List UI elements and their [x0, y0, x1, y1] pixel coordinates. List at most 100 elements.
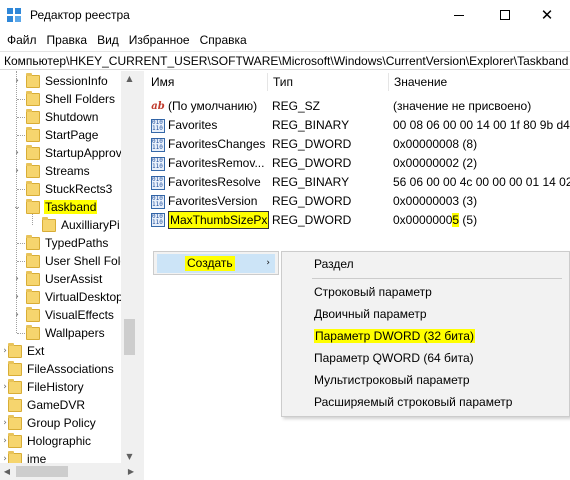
tree-item[interactable]: Shutdown	[26, 108, 99, 126]
tree-item[interactable]: TypedPaths	[26, 234, 109, 252]
tree-item[interactable]: FileAssociations	[8, 360, 115, 378]
submenu-item-expandable-string-value[interactable]: Расширяемый строковый параметр	[285, 392, 568, 412]
value-name: FavoritesVersion	[168, 194, 258, 208]
tree-item[interactable]: Taskband	[26, 198, 98, 216]
tree-vertical-scrollbar[interactable]: ▲ ▼	[121, 71, 138, 463]
tree-guide-line	[17, 99, 25, 100]
scroll-down-arrow-icon[interactable]: ▼	[121, 449, 138, 463]
column-header-type[interactable]: Тип	[267, 71, 293, 93]
value-row[interactable]: Favorites REG_BINARY 00 08 06 00 00 14 0…	[145, 116, 570, 135]
tree-item-label: UserAssist	[45, 272, 103, 286]
menu-file[interactable]: Файл	[2, 30, 42, 50]
folder-icon	[8, 414, 22, 430]
scroll-up-arrow-icon[interactable]: ▲	[121, 71, 138, 85]
menu-edit[interactable]: Правка	[42, 30, 93, 50]
scroll-right-arrow-icon[interactable]: ▶	[124, 463, 138, 480]
value-data: 0x00000008 (8)	[393, 137, 478, 151]
tree-item[interactable]: GameDVR	[8, 396, 86, 414]
tree-item-label: VirtualDesktop	[45, 290, 123, 304]
tree-item-label: FileAssociations	[27, 362, 114, 376]
tree-item[interactable]: SessionInfo	[26, 72, 109, 90]
maximize-button[interactable]	[482, 0, 528, 30]
folder-icon	[26, 234, 40, 250]
folder-icon	[26, 108, 40, 124]
close-button[interactable]: ✕	[524, 0, 570, 30]
menu-favorites[interactable]: Избранное	[124, 30, 195, 50]
binary-value-icon	[151, 213, 165, 227]
tree-item[interactable]: Streams	[26, 162, 91, 180]
regedit-app-icon	[7, 8, 21, 22]
collapsed-chevron-icon[interactable]: ›	[12, 270, 22, 288]
collapsed-chevron-icon[interactable]: ›	[12, 72, 22, 90]
close-icon: ✕	[540, 5, 554, 24]
value-row[interactable]: FavoritesVersion REG_DWORD 0x00000003 (3…	[145, 192, 570, 211]
tree-horizontal-scroll-thumb[interactable]	[16, 466, 68, 477]
expanded-chevron-icon[interactable]: ⌄	[12, 198, 22, 216]
value-row[interactable]: FavoritesResolve REG_BINARY 56 06 00 00 …	[145, 173, 570, 192]
tree-item-label: Streams	[45, 164, 90, 178]
folder-icon	[26, 306, 40, 322]
folder-icon	[26, 144, 40, 160]
column-header-data[interactable]: Значение	[388, 71, 447, 93]
scroll-left-arrow-icon[interactable]: ◀	[0, 463, 14, 480]
tree-item[interactable]: Holographic	[8, 432, 92, 450]
context-menu: Создать ›	[153, 251, 279, 275]
tree-item[interactable]: StartupApprov	[26, 144, 123, 162]
collapsed-chevron-icon[interactable]: ›	[0, 378, 10, 396]
tree-item-label: Shutdown	[45, 110, 99, 124]
tree-item[interactable]: VisualEffects	[26, 306, 115, 324]
tree-item[interactable]: VirtualDesktop	[26, 288, 124, 306]
column-header-name[interactable]: Имя	[145, 71, 174, 93]
value-type: REG_DWORD	[272, 137, 352, 151]
tree-item[interactable]: Group Policy	[8, 414, 97, 432]
tree-item[interactable]: FileHistory	[8, 378, 85, 396]
value-row[interactable]: FavoritesChanges REG_DWORD 0x00000008 (8…	[145, 135, 570, 154]
value-name-edit-field[interactable]: MaxThumbSizePx	[168, 211, 270, 229]
tree-vertical-scroll-thumb[interactable]	[124, 319, 135, 355]
submenu-item-dword-value[interactable]: Параметр DWORD (32 бита)	[285, 326, 568, 346]
value-data: 56 06 00 00 4c 00 00 00 01 14 02 00	[393, 175, 570, 189]
collapsed-chevron-icon[interactable]: ›	[12, 162, 22, 180]
submenu-item-binary-value[interactable]: Двоичный параметр	[285, 304, 568, 324]
tree-item[interactable]: StartPage	[26, 126, 99, 144]
tree-item-label: StuckRects3	[45, 182, 113, 196]
collapsed-chevron-icon[interactable]: ›	[12, 144, 22, 162]
value-data: 0x00000002 (2)	[393, 156, 478, 170]
submenu-item-multi-string-value[interactable]: Мультистроковый параметр	[285, 370, 568, 390]
tree-item-label: AuxilliaryPi	[61, 218, 120, 232]
collapsed-chevron-icon[interactable]: ›	[0, 414, 10, 432]
pane-splitter[interactable]	[138, 71, 144, 480]
value-name: FavoritesRemov...	[168, 156, 265, 170]
menu-help[interactable]: Справка	[195, 30, 252, 50]
tree-item[interactable]: StuckRects3	[26, 180, 113, 198]
submenu-item-qword-value[interactable]: Параметр QWORD (64 бита)	[285, 348, 568, 368]
collapsed-chevron-icon[interactable]: ›	[12, 288, 22, 306]
value-row[interactable]: FavoritesRemov... REG_DWORD 0x00000002 (…	[145, 154, 570, 173]
tree-item-label: VisualEffects	[45, 308, 114, 322]
tree-item[interactable]: AuxilliaryPi	[42, 216, 121, 234]
tree-item[interactable]: Ext	[8, 342, 45, 360]
submenu-item-key[interactable]: Раздел	[285, 254, 568, 274]
folder-icon	[26, 324, 40, 340]
collapsed-chevron-icon[interactable]: ›	[0, 432, 10, 450]
tree-item[interactable]: Wallpapers	[26, 324, 106, 342]
menu-item-create[interactable]: Создать ›	[157, 254, 275, 273]
submenu-item-string-value[interactable]: Строковый параметр	[285, 282, 568, 302]
menu-separator	[312, 278, 562, 279]
tree-item[interactable]: UserAssist	[26, 270, 103, 288]
minimize-button[interactable]	[436, 0, 482, 30]
folder-icon	[8, 396, 22, 412]
tree-horizontal-scrollbar[interactable]: ◀ ▶	[0, 463, 138, 480]
menu-view[interactable]: Вид	[92, 30, 124, 50]
tree-item[interactable]: User Shell Fold	[26, 252, 128, 270]
value-row-editing[interactable]: MaxThumbSizePx REG_DWORD 0x00000005 (5)	[145, 211, 570, 230]
value-name: (По умолчанию)	[168, 99, 258, 113]
tree-item-label: Shell Folders	[45, 92, 116, 106]
address-bar[interactable]: Компьютер\HKEY_CURRENT_USER\SOFTWARE\Mic…	[0, 51, 570, 70]
collapsed-chevron-icon[interactable]: ›	[0, 342, 10, 360]
collapsed-chevron-icon[interactable]: ›	[12, 306, 22, 324]
value-type: REG_DWORD	[272, 194, 352, 208]
value-row[interactable]: ab (По умолчанию) REG_SZ (значение не при…	[145, 97, 570, 116]
tree-item[interactable]: Shell Folders	[26, 90, 116, 108]
value-type: REG_DWORD	[272, 213, 352, 227]
